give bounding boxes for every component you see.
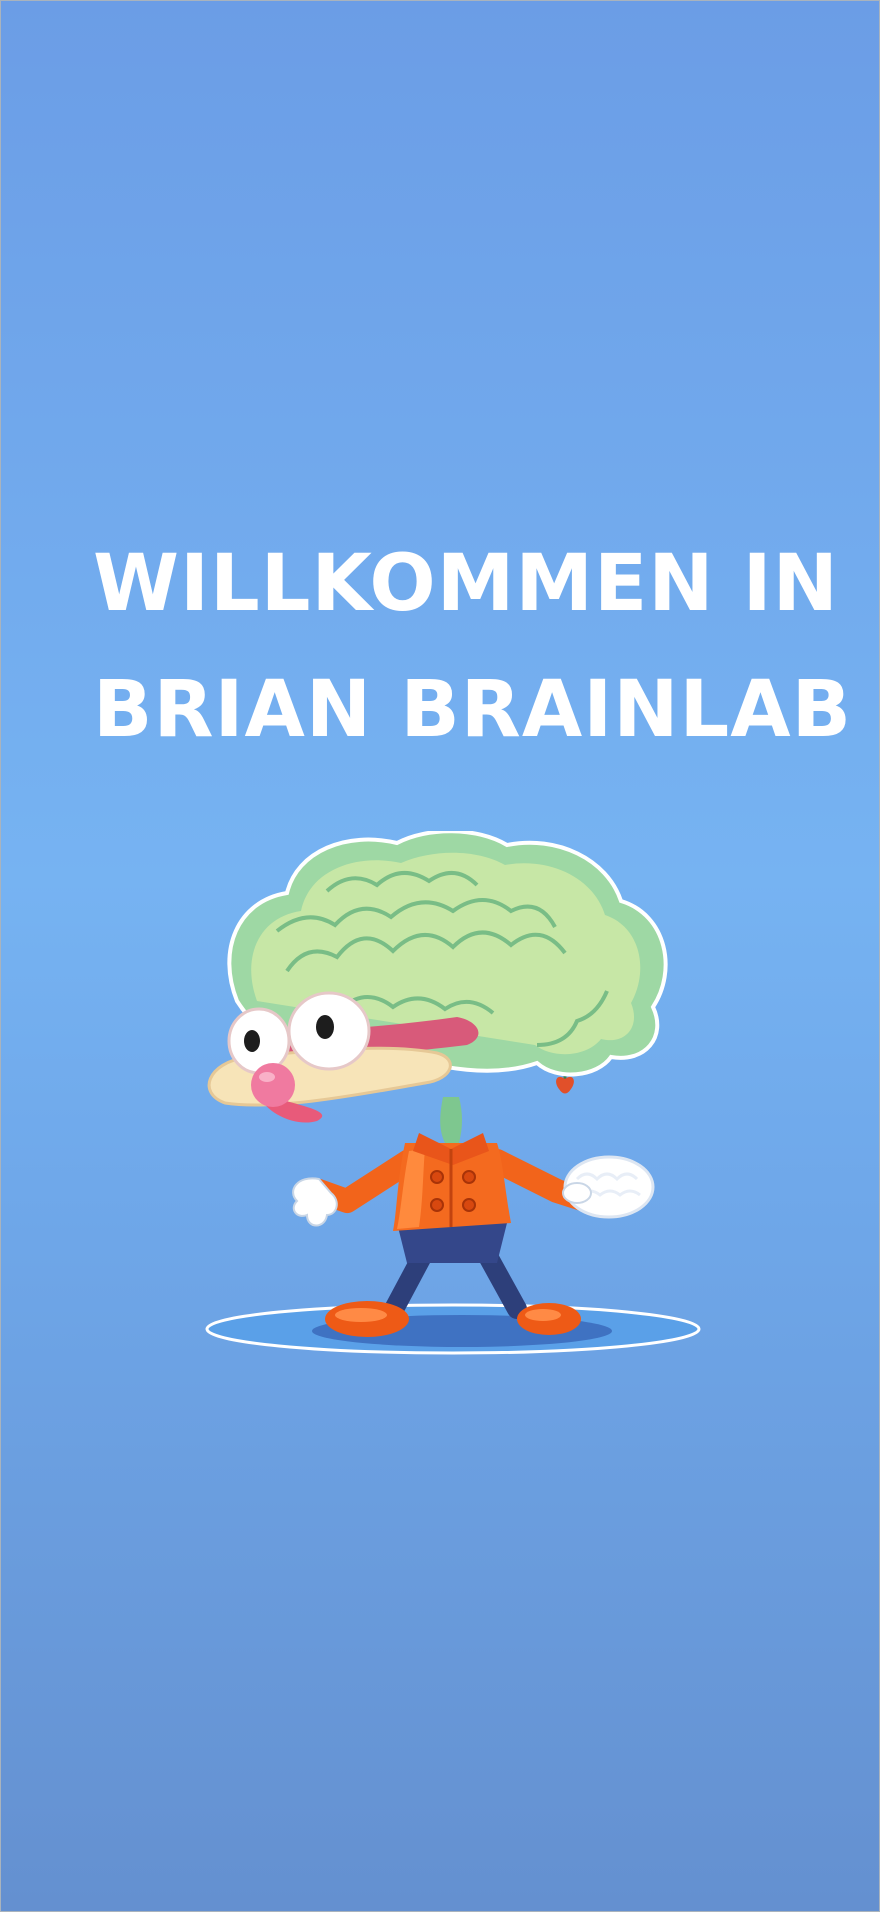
- welcome-title: Willkommen in Brian Brainlab: [93, 521, 853, 773]
- welcome-title-line-1: Willkommen in: [93, 539, 839, 629]
- brain-character-mascot-icon: [205, 831, 701, 1355]
- welcome-title-line-2: Brian Brainlab: [93, 665, 853, 755]
- splash-screen: Willkommen in Brian Brainlab: [0, 0, 880, 1912]
